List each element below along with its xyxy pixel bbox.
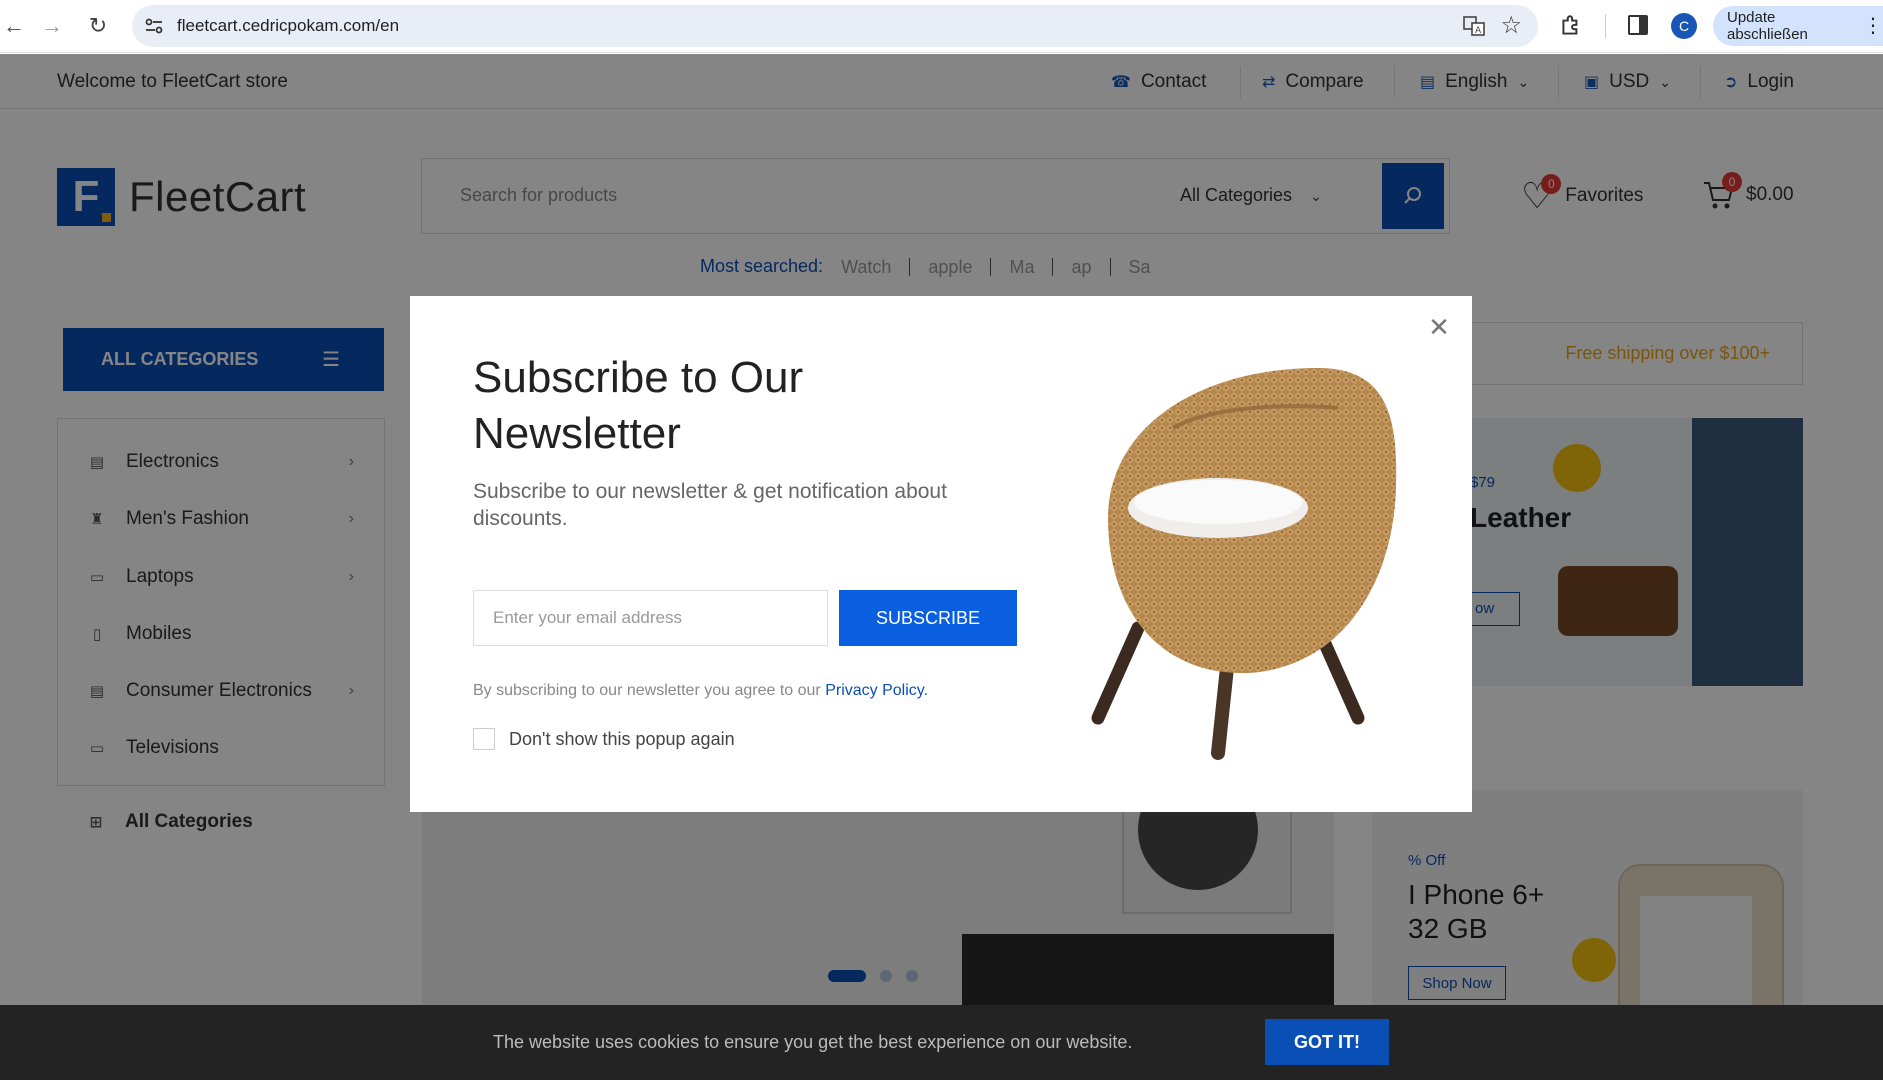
privacy-policy-link[interactable]: Privacy Policy. [825, 682, 928, 699]
site-settings-icon[interactable] [142, 14, 166, 38]
modal-subtitle: Subscribe to our newsletter & get notifi… [473, 480, 947, 530]
toolbar-divider [1605, 14, 1606, 38]
address-bar[interactable]: fleetcart.cedricpokam.com/en A ☆ [132, 5, 1538, 47]
url-text[interactable]: fleetcart.cedricpokam.com/en [177, 16, 399, 36]
cookie-text: The website uses cookies to ensure you g… [493, 1032, 1133, 1052]
bookmark-star-icon[interactable]: ☆ [1500, 12, 1522, 40]
got-it-button[interactable]: GOT IT! [1265, 1019, 1389, 1065]
dont-show-checkbox[interactable]: Don't show this popup again [473, 728, 735, 750]
update-button[interactable]: Update abschließen ⋮ [1713, 6, 1883, 46]
extensions-icon[interactable] [1558, 13, 1584, 39]
browser-toolbar: ← → ↻ fleetcart.cedricpokam.com/en A ☆ C… [0, 0, 1883, 53]
forward-arrow-icon[interactable]: → [38, 12, 66, 40]
browser-menu-icon[interactable]: ⋮ [1863, 16, 1883, 36]
close-icon[interactable]: ✕ [1428, 314, 1450, 340]
update-label: Update abschließen [1727, 9, 1808, 43]
profile-avatar[interactable]: C [1671, 13, 1697, 39]
checkbox-box[interactable] [473, 728, 495, 750]
agree-text: By subscribing to our newsletter you agr… [473, 682, 928, 700]
translate-icon[interactable]: A [1462, 14, 1486, 38]
agree-label: By subscribing to our newsletter you agr… [473, 682, 821, 699]
cookie-bar: The website uses cookies to ensure you g… [0, 1005, 1883, 1080]
email-field[interactable] [473, 590, 828, 646]
side-panel-icon[interactable] [1628, 15, 1648, 35]
chair-image [1091, 368, 1397, 760]
svg-text:A: A [1475, 26, 1482, 36]
subscribe-button[interactable]: SUBSCRIBE [839, 590, 1017, 646]
modal-title: Subscribe to Our Newsletter [473, 353, 804, 458]
back-arrow-icon[interactable]: ← [0, 12, 28, 40]
dont-show-label: Don't show this popup again [509, 728, 735, 749]
reload-icon[interactable]: ↻ [84, 12, 112, 40]
store-page: Welcome to FleetCart store ☎ Contact ⇄ C… [0, 54, 1883, 1080]
newsletter-modal: ✕ Subscribe to Our Newsletter Subscribe … [410, 296, 1472, 812]
